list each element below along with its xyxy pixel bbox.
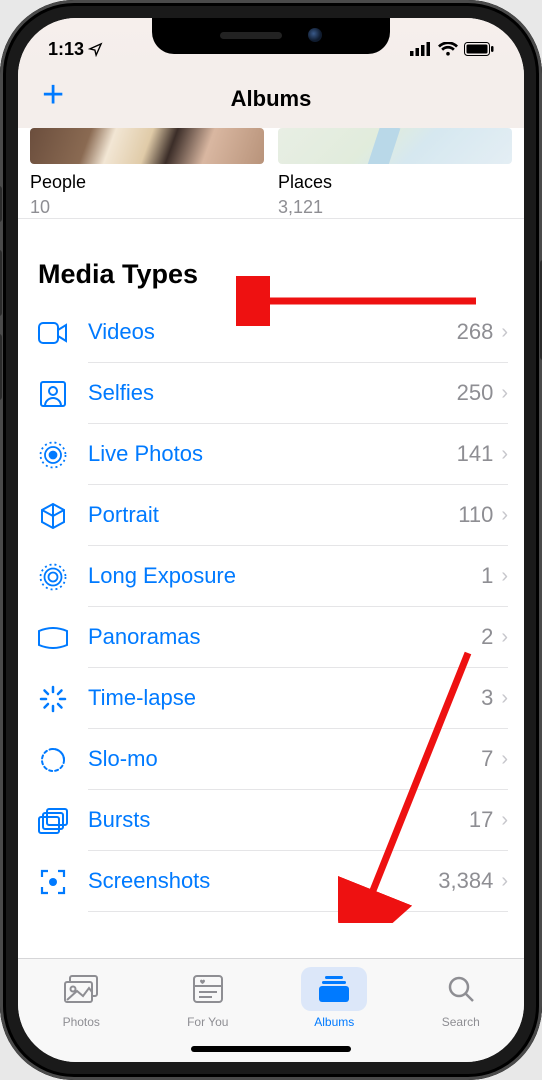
chevron-right-icon: › (501, 382, 508, 405)
status-time: 1:13 (48, 29, 103, 60)
tab-search[interactable]: Search (398, 967, 525, 1029)
tab-photos[interactable]: Photos (18, 967, 145, 1029)
row-label: Selfies (88, 380, 154, 406)
album-card-places[interactable]: Places 3,121 (278, 128, 512, 218)
tab-albums[interactable]: Albums (271, 967, 398, 1029)
row-label: Bursts (88, 807, 150, 833)
row-label: Portrait (88, 502, 159, 528)
panoramas-icon (36, 627, 70, 649)
row-portrait[interactable]: Portrait 110 › (18, 485, 524, 546)
tab-for-you[interactable]: For You (145, 967, 272, 1029)
content: People 10 Places 3,121 Media Types Video… (18, 128, 524, 912)
media-types-list: Videos 268 › Selfies 250 › Live Photos 141 › (18, 302, 524, 912)
album-name: Places (278, 172, 512, 193)
video-icon (36, 322, 70, 344)
album-thumb-places (278, 128, 512, 164)
row-count: 3,384 (438, 868, 493, 894)
slo-mo-icon (36, 746, 70, 774)
chevron-right-icon: › (501, 748, 508, 771)
album-thumb-people (30, 128, 264, 164)
time-lapse-icon (36, 685, 70, 713)
album-strip: People 10 Places 3,121 (18, 128, 524, 218)
row-label: Long Exposure (88, 563, 236, 589)
section-header-media-types: Media Types (18, 218, 524, 302)
tab-label: Search (442, 1015, 480, 1029)
chevron-right-icon: › (501, 565, 508, 588)
notch (152, 18, 390, 54)
album-name: People (30, 172, 264, 193)
row-selfies[interactable]: Selfies 250 › (18, 363, 524, 424)
tab-label: Albums (314, 1015, 354, 1029)
row-count: 110 (458, 502, 493, 528)
long-exposure-icon (36, 563, 70, 591)
screenshots-icon (36, 868, 70, 896)
row-count: 7 (481, 746, 493, 772)
album-count: 10 (30, 197, 264, 218)
row-panoramas[interactable]: Panoramas 2 › (18, 607, 524, 668)
row-count: 141 (457, 441, 494, 467)
chevron-right-icon: › (501, 626, 508, 649)
row-bursts[interactable]: Bursts 17 › (18, 790, 524, 851)
row-label: Videos (88, 319, 155, 345)
row-videos[interactable]: Videos 268 › (18, 302, 524, 363)
row-label: Slo-mo (88, 746, 158, 772)
row-count: 250 (457, 380, 494, 406)
row-count: 1 (481, 563, 493, 589)
chevron-right-icon: › (501, 870, 508, 893)
page-title: Albums (231, 86, 312, 112)
chevron-right-icon: › (501, 504, 508, 527)
screen: 1:13 + Albums People 10 (18, 18, 524, 1062)
bursts-icon (36, 808, 70, 834)
chevron-right-icon: › (501, 687, 508, 710)
row-screenshots[interactable]: Screenshots 3,384 › (18, 851, 524, 912)
album-count: 3,121 (278, 197, 512, 218)
portrait-icon (36, 502, 70, 530)
row-label: Screenshots (88, 868, 210, 894)
chevron-right-icon: › (501, 809, 508, 832)
row-slo-mo[interactable]: Slo-mo 7 › (18, 729, 524, 790)
battery-icon (464, 42, 494, 56)
tab-label: For You (187, 1015, 228, 1029)
for-you-tab-icon (192, 974, 224, 1004)
row-label: Time-lapse (88, 685, 196, 711)
row-time-lapse[interactable]: Time-lapse 3 › (18, 668, 524, 729)
chevron-right-icon: › (501, 443, 508, 466)
row-long-exposure[interactable]: Long Exposure 1 › (18, 546, 524, 607)
photos-tab-icon (63, 974, 99, 1004)
location-icon (88, 42, 103, 57)
live-photos-icon (36, 441, 70, 469)
search-tab-icon (446, 974, 476, 1004)
home-indicator[interactable] (191, 1046, 351, 1052)
album-card-people[interactable]: People 10 (30, 128, 264, 218)
row-count: 3 (481, 685, 493, 711)
chevron-right-icon: › (501, 321, 508, 344)
nav-bar: + Albums (18, 70, 524, 128)
add-button[interactable]: + (42, 76, 64, 114)
albums-tab-icon (317, 974, 351, 1004)
row-label: Live Photos (88, 441, 203, 467)
row-label: Panoramas (88, 624, 201, 650)
selfies-icon (36, 381, 70, 407)
tab-label: Photos (63, 1015, 100, 1029)
row-count: 268 (457, 319, 494, 345)
row-count: 17 (469, 807, 493, 833)
row-count: 2 (481, 624, 493, 650)
cellular-icon (410, 42, 432, 56)
wifi-icon (438, 42, 458, 56)
row-live-photos[interactable]: Live Photos 141 › (18, 424, 524, 485)
